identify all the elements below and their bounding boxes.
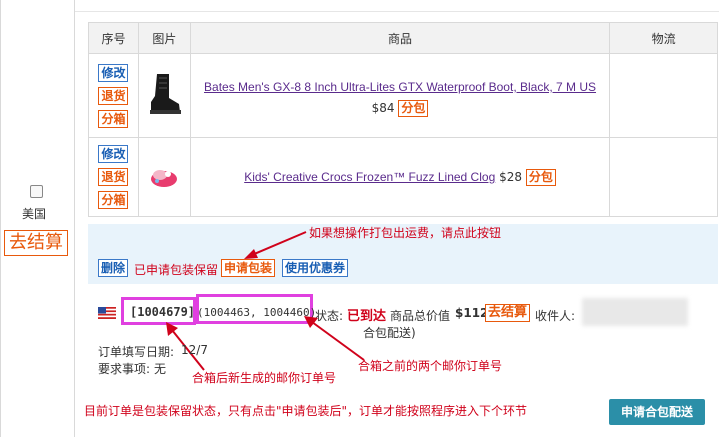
logistics-cell xyxy=(609,53,718,138)
annotation-arrow-icon xyxy=(244,231,307,259)
top-divider xyxy=(75,0,719,12)
footer-notice: 目前订单是包装保留状态，只有点击"申请包装后"，订单才能按照程序进入下个环节 xyxy=(84,404,528,418)
product-image-cell xyxy=(137,53,191,138)
apply-merge-delivery-button[interactable]: 申请合包配送 xyxy=(609,399,705,425)
date-label: 订单填写日期: xyxy=(98,345,175,359)
total-value-label: 商品总价值 xyxy=(390,309,451,323)
split-box-button[interactable]: 分箱 xyxy=(98,191,129,209)
product-image-cell xyxy=(137,137,191,217)
new-order-id[interactable]: [1004679] xyxy=(130,305,195,319)
edit-button[interactable]: 修改 xyxy=(98,63,129,82)
table-row: 修改 退货 分箱 Kids' Creative Crocs Frozen™ Fu… xyxy=(88,137,718,217)
receiver-label: 收件人: xyxy=(535,309,576,323)
use-coupon-button[interactable]: 使用优惠券 xyxy=(282,259,349,277)
status-text: 已申请包装保留 xyxy=(134,263,219,277)
annotation-new-order: 合箱后新生成的邮你订单号 xyxy=(192,371,337,385)
col-header-image: 图片 xyxy=(137,22,191,54)
table-row: 修改 退货 分箱 Bates Men's GX-8 8 Inch Ultra-L… xyxy=(88,53,718,138)
old-order-ids: (1004463, 1004460) xyxy=(197,306,317,319)
date-value: 12/7 xyxy=(181,343,208,357)
country-label: 美国 xyxy=(22,207,47,221)
split-package-tag[interactable]: 分包 xyxy=(398,100,429,117)
us-flag-icon xyxy=(98,307,116,319)
requirements-value: 无 xyxy=(154,362,167,376)
product-link[interactable]: Bates Men's GX-8 8 Inch Ultra-Lites GTX … xyxy=(204,80,596,94)
boot-image[interactable] xyxy=(147,72,182,116)
product-link[interactable]: Kids' Creative Crocs Frozen™ Fuzz Lined … xyxy=(244,170,495,184)
items-table: 序号 图片 商品 物流 修改 退货 分箱 Bates Men's GX-8 8 … xyxy=(88,22,718,217)
select-checkbox[interactable] xyxy=(30,185,43,198)
requirements-label: 要求事项: xyxy=(98,362,151,376)
product-price: $84 xyxy=(371,101,395,115)
table-header-row: 序号 图片 商品 物流 xyxy=(88,22,718,54)
split-box-button[interactable]: 分箱 xyxy=(98,109,129,128)
product-cell: Bates Men's GX-8 8 Inch Ultra-Lites GTX … xyxy=(189,53,611,138)
return-button[interactable]: 退货 xyxy=(98,168,129,186)
receiver-redacted xyxy=(582,298,688,326)
return-button[interactable]: 退货 xyxy=(98,86,129,105)
total-value: $112 xyxy=(455,306,489,320)
product-cell: Kids' Creative Crocs Frozen™ Fuzz Lined … xyxy=(189,137,611,217)
order-checkout-button[interactable]: 去结算 xyxy=(485,304,531,322)
row-ops: 修改 退货 分箱 xyxy=(88,53,139,138)
split-package-tag[interactable]: 分包 xyxy=(525,169,556,186)
annotation-old-orders: 合箱之前的两个邮你订单号 xyxy=(358,359,503,373)
product-price: $28 xyxy=(499,170,522,184)
logistics-cell xyxy=(609,137,718,217)
col-header-product: 商品 xyxy=(189,22,611,54)
delete-button[interactable]: 删除 xyxy=(98,259,129,277)
checkout-button[interactable]: 去结算 xyxy=(4,230,68,256)
row-ops: 修改 退货 分箱 xyxy=(88,137,139,217)
edit-button[interactable]: 修改 xyxy=(98,145,129,163)
apply-pack-button[interactable]: 申请包装 xyxy=(221,259,276,277)
col-header-logistics: 物流 xyxy=(609,22,718,54)
clog-image[interactable] xyxy=(148,163,180,189)
col-header-index: 序号 xyxy=(88,22,139,54)
merge-delivery-note: 合包配送) xyxy=(363,326,416,340)
annotation-apply-pack: 如果想操作打包出运费，请点此按钮 xyxy=(309,226,502,240)
